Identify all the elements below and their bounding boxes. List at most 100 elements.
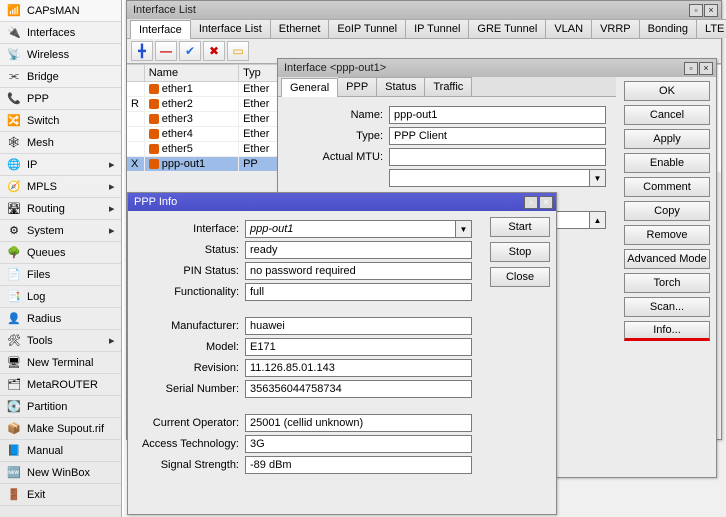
sidebar-item-manual[interactable]: 📘Manual <box>0 440 121 462</box>
sidebar-item-switch[interactable]: 🔀Switch <box>0 110 121 132</box>
sidebar-item-tools[interactable]: 🛠Tools▸ <box>0 330 121 352</box>
remove-button[interactable]: Remove <box>624 225 710 245</box>
disable-button[interactable]: ✖ <box>203 41 225 61</box>
col-type[interactable]: Typ <box>239 65 281 82</box>
window-close-button[interactable]: × <box>539 196 553 209</box>
extra-dropdown-1[interactable] <box>389 169 590 187</box>
titlebar-interface-list[interactable]: Interface List ▫ × <box>127 1 721 19</box>
window-close-button[interactable]: × <box>704 4 718 17</box>
tab-ip-tunnel[interactable]: IP Tunnel <box>406 19 469 38</box>
tab-lte[interactable]: LTE <box>697 19 726 38</box>
tab-general[interactable]: General <box>281 78 338 97</box>
close-button[interactable]: Close <box>490 267 550 287</box>
chevron-right-icon: ▸ <box>109 224 117 237</box>
window-restore-button[interactable]: ▫ <box>524 196 538 209</box>
remove-button[interactable]: — <box>155 41 177 61</box>
tab-gre-tunnel[interactable]: GRE Tunnel <box>469 19 546 38</box>
advanced-mode-button[interactable]: Advanced Mode <box>624 249 710 269</box>
tab-vrrp[interactable]: VRRP <box>592 19 640 38</box>
field-value: huawei <box>245 317 472 335</box>
info--button[interactable]: Info... <box>624 321 710 341</box>
sidebar-item-system[interactable]: ⚙System▸ <box>0 220 121 242</box>
table-row[interactable]: ether3Ether <box>127 112 281 127</box>
add-button[interactable]: ╋ <box>131 41 153 61</box>
cell-type: Ether <box>239 112 281 127</box>
sidebar-item-exit[interactable]: 🚪Exit <box>0 484 121 506</box>
tab-ppp[interactable]: PPP <box>338 77 377 96</box>
start-button[interactable]: Start <box>490 217 550 237</box>
sidebar-item-mpls[interactable]: 🧭MPLS▸ <box>0 176 121 198</box>
sidebar-item-new-winbox[interactable]: 🆕New WinBox <box>0 462 121 484</box>
table-row[interactable]: Xppp-out1PP <box>127 157 281 172</box>
apply-button[interactable]: Apply <box>624 129 710 149</box>
tab-bonding[interactable]: Bonding <box>640 19 697 38</box>
titlebar-interface-props[interactable]: Interface <ppp-out1> ▫ × <box>278 59 716 77</box>
sidebar-item-new-terminal[interactable]: 🖥New Terminal <box>0 352 121 374</box>
cell-type: Ether <box>239 97 281 112</box>
sidebar-item-log[interactable]: 📑Log <box>0 286 121 308</box>
comment-button[interactable]: ▭ <box>227 41 249 61</box>
sidebar-item-label: Exit <box>27 489 117 501</box>
enable-button[interactable]: Enable <box>624 153 710 173</box>
sidebar-item-bridge[interactable]: ⫘Bridge <box>0 66 121 88</box>
chevron-down-icon[interactable]: ▼ <box>456 220 472 238</box>
name-field[interactable] <box>389 106 606 124</box>
field-value: 25001 (cellid unknown) <box>245 414 472 432</box>
tab-interface[interactable]: Interface <box>130 20 191 39</box>
torch-button[interactable]: Torch <box>624 273 710 293</box>
window-restore-button[interactable]: ▫ <box>684 62 698 75</box>
field-label: Signal Strength: <box>140 459 245 471</box>
table-row[interactable]: Rether2Ether <box>127 97 281 112</box>
sidebar-item-capsman[interactable]: 📶CAPsMAN <box>0 0 121 22</box>
field-value: full <box>245 283 472 301</box>
col-flag[interactable] <box>127 65 144 82</box>
cancel-button[interactable]: Cancel <box>624 105 710 125</box>
sidebar-item-make-supout-rif[interactable]: 📦Make Supout.rif <box>0 418 121 440</box>
row-type: Type: PPP Client <box>284 127 606 145</box>
tab-interface-list[interactable]: Interface List <box>191 19 271 38</box>
window-close-button[interactable]: × <box>699 62 713 75</box>
sidebar-item-files[interactable]: 📄Files <box>0 264 121 286</box>
sidebar-item-interfaces[interactable]: 🔌Interfaces <box>0 22 121 44</box>
sidebar-item-label: Radius <box>27 313 117 325</box>
field-value[interactable]: ppp-out1 <box>245 220 456 238</box>
cell-name: ether4 <box>144 127 238 142</box>
spinner-up-icon[interactable]: ▲ <box>590 211 606 229</box>
ok-button[interactable]: OK <box>624 81 710 101</box>
row-serial-number-: Serial Number:356356044758734 <box>140 380 472 398</box>
window-ppp-info[interactable]: PPP Info ▫ × Interface:ppp-out1▼Status:r… <box>127 192 557 515</box>
tab-ethernet[interactable]: Ethernet <box>271 19 330 38</box>
comment-button[interactable]: Comment <box>624 177 710 197</box>
table-row[interactable]: ether5Ether <box>127 142 281 157</box>
cell-type: Ether <box>239 82 281 97</box>
col-name[interactable]: Name <box>144 65 238 82</box>
tab-status[interactable]: Status <box>377 77 425 96</box>
tab-eoip-tunnel[interactable]: EoIP Tunnel <box>329 19 406 38</box>
row-status-: Status:ready <box>140 241 472 259</box>
field-label: Current Operator: <box>140 417 245 429</box>
table-row[interactable]: ether4Ether <box>127 127 281 142</box>
sidebar-item-label: Tools <box>27 335 109 347</box>
chevron-down-icon[interactable]: ▼ <box>590 169 606 187</box>
sidebar-item-mesh[interactable]: 🕸Mesh <box>0 132 121 154</box>
sidebar-item-partition[interactable]: 💽Partition <box>0 396 121 418</box>
tab-vlan[interactable]: VLAN <box>546 19 592 38</box>
window-restore-button[interactable]: ▫ <box>689 4 703 17</box>
enable-button[interactable]: ✔ <box>179 41 201 61</box>
sidebar-item-ip[interactable]: 🌐IP▸ <box>0 154 121 176</box>
field-value: ready <box>245 241 472 259</box>
sidebar-item-radius[interactable]: 👤Radius <box>0 308 121 330</box>
titlebar-ppp-info[interactable]: PPP Info ▫ × <box>128 193 556 211</box>
ppp-info-fields: Interface:ppp-out1▼Status:readyPIN Statu… <box>134 217 482 477</box>
sidebar-item-queues[interactable]: 🌳Queues <box>0 242 121 264</box>
sidebar-item-wireless[interactable]: 📡Wireless <box>0 44 121 66</box>
scan--button[interactable]: Scan... <box>624 297 710 317</box>
sidebar-item-routing[interactable]: 🛣Routing▸ <box>0 198 121 220</box>
tab-traffic[interactable]: Traffic <box>425 77 472 96</box>
sidebar-item-metarouter[interactable]: 🗂MetaROUTER <box>0 374 121 396</box>
stop-button[interactable]: Stop <box>490 242 550 262</box>
copy-button[interactable]: Copy <box>624 201 710 221</box>
sidebar-item-ppp[interactable]: 📞PPP <box>0 88 121 110</box>
sidebar-item-label: Partition <box>27 401 117 413</box>
table-row[interactable]: ether1Ether <box>127 82 281 97</box>
